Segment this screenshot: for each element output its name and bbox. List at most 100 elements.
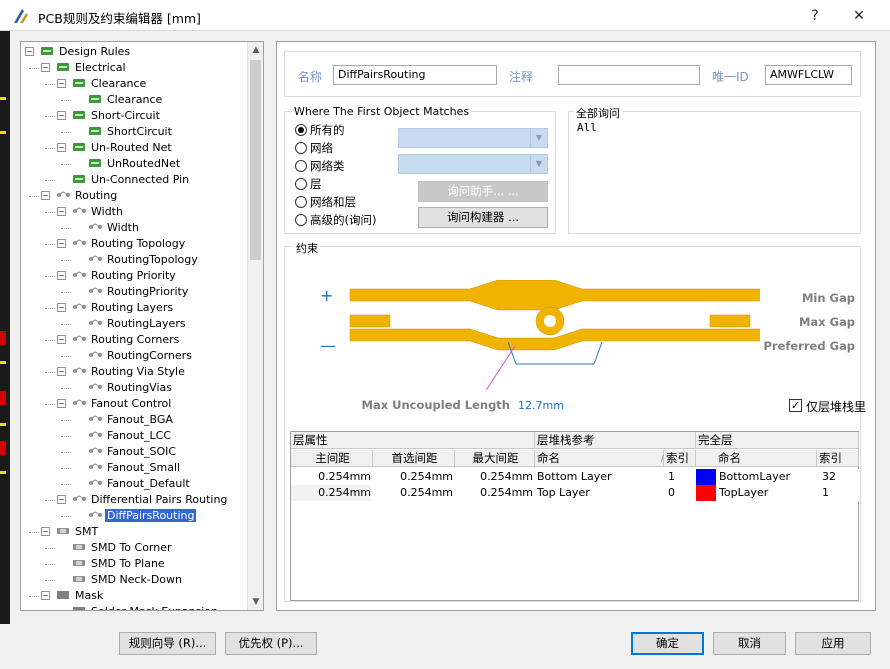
sort-icon[interactable]: / (661, 454, 664, 463)
radio-circle[interactable] (295, 160, 307, 172)
tree-item[interactable]: Routing Priority (72, 268, 178, 284)
net-class-combo[interactable]: ▼ (398, 154, 548, 174)
tree-item[interactable]: RoutingTopology (88, 252, 200, 268)
collapse-toggle-icon[interactable]: − (25, 47, 34, 56)
tree-item[interactable]: Fanout_SOIC (88, 444, 178, 460)
radio-net-class[interactable]: 网络类 (295, 158, 345, 174)
collapse-toggle-icon[interactable]: − (57, 367, 66, 376)
collapse-toggle-icon[interactable]: − (41, 63, 50, 72)
tree-item[interactable]: Un-Routed Net (72, 140, 174, 156)
radio-circle[interactable] (295, 214, 307, 226)
radio-layer[interactable]: 层 (295, 176, 322, 192)
tree-item[interactable]: ShortCircuit (88, 124, 174, 140)
tree-item[interactable]: Clearance (72, 76, 148, 92)
cell-preferred-gap[interactable]: 0.254mm (373, 485, 453, 501)
apply-button[interactable]: 应用 (795, 632, 871, 655)
cell-max-gap[interactable]: 0.254mm (455, 485, 533, 501)
cell-min-gap[interactable]: 0.254mm (291, 469, 371, 485)
col-header-stack-name[interactable]: 命名 (535, 450, 664, 467)
query-builder-button[interactable]: 询问构建器 ... (418, 207, 548, 228)
tree-item[interactable]: Design Rules (40, 44, 132, 60)
tree-item[interactable]: Differential Pairs Routing (72, 492, 229, 508)
tree-item[interactable]: Routing (56, 188, 119, 204)
cell-min-gap[interactable]: 0.254mm (291, 485, 371, 501)
cell-preferred-gap[interactable]: 0.254mm (373, 469, 453, 485)
radio-circle[interactable] (295, 178, 307, 190)
collapse-toggle-icon[interactable]: − (57, 79, 66, 88)
col-header-preferred-gap[interactable]: 首选间距 (373, 450, 455, 467)
tree-item[interactable]: UnRoutedNet (88, 156, 182, 172)
tree-item[interactable]: Width (72, 204, 125, 220)
collapse-toggle-icon[interactable]: − (41, 591, 50, 600)
uid-input[interactable]: AMWFLCLW (765, 65, 852, 85)
comment-input[interactable] (558, 65, 700, 85)
collapse-toggle-icon[interactable]: − (41, 527, 50, 536)
close-button[interactable]: ✕ (844, 4, 874, 28)
tree-item[interactable]: Mask (56, 588, 105, 604)
tree-item[interactable]: Fanout Control (72, 396, 173, 412)
tree-item[interactable]: Routing Corners (72, 332, 181, 348)
col-header-layer-index[interactable]: 索引 (817, 450, 859, 467)
tree-scrollbar[interactable]: ▲ ▼ (247, 42, 263, 610)
radio-circle[interactable] (295, 196, 307, 208)
tree-item[interactable]: Routing Layers (72, 300, 175, 316)
tree-item[interactable]: Fanout_BGA (88, 412, 175, 428)
collapse-toggle-icon[interactable]: − (57, 399, 66, 408)
ok-button[interactable]: 确定 (631, 632, 704, 655)
rule-name-input[interactable]: DiffPairsRouting (333, 65, 497, 85)
radio-advanced-query[interactable]: 高级的(询问) (295, 212, 376, 228)
collapse-toggle-icon[interactable]: − (57, 207, 66, 216)
full-query-text[interactable]: All (577, 121, 597, 134)
table-row[interactable]: 0.254mm 0.254mm 0.254mm Top Layer 0 TopL… (291, 485, 859, 501)
table-row[interactable]: 0.254mm 0.254mm 0.254mm Bottom Layer 1 B… (291, 469, 859, 485)
collapse-toggle-icon[interactable]: − (57, 239, 66, 248)
tree-item[interactable]: Fanout_Small (88, 460, 182, 476)
col-header-max-gap[interactable]: 最大间距 (455, 450, 535, 467)
query-helper-button[interactable]: 询问助手... ... (418, 181, 548, 202)
col-header-min-gap[interactable]: 主间距 (291, 450, 373, 467)
radio-all[interactable]: 所有的 (295, 122, 345, 138)
cell-max-gap[interactable]: 0.254mm (455, 469, 533, 485)
tree-item[interactable]: SMD Neck-Down (72, 572, 184, 588)
tree-item[interactable]: Solder Mask Expansion (72, 604, 220, 610)
radio-circle[interactable] (295, 142, 307, 154)
collapse-toggle-icon[interactable]: − (57, 111, 66, 120)
tree-item[interactable]: Clearance (88, 92, 164, 108)
tree-item[interactable]: Short-Circuit (72, 108, 162, 124)
radio-circle-checked[interactable] (295, 124, 307, 136)
collapse-toggle-icon[interactable]: − (57, 271, 66, 280)
max-uncoupled-length-value[interactable]: 12.7mm (518, 399, 564, 412)
tree-item[interactable]: RoutingLayers (88, 316, 188, 332)
collapse-toggle-icon[interactable]: − (57, 335, 66, 344)
collapse-toggle-icon[interactable]: − (57, 303, 66, 312)
rule-wizard-button[interactable]: 规则向导 (R)... (119, 632, 216, 655)
scroll-down-icon[interactable]: ▼ (248, 594, 263, 610)
col-header-layer-name[interactable]: 命名 (696, 450, 817, 467)
tree-item[interactable]: Width (88, 220, 141, 236)
tree-item[interactable]: Fanout_LCC (88, 428, 173, 444)
scroll-up-icon[interactable]: ▲ (248, 42, 263, 58)
collapse-toggle-icon[interactable]: − (57, 143, 66, 152)
tree-item[interactable]: Un-Connected Pin (72, 172, 191, 188)
tree-item[interactable]: Routing Topology (72, 236, 187, 252)
tree-item[interactable]: RoutingPriority (88, 284, 190, 300)
net-combo[interactable]: ▼ (398, 128, 548, 148)
radio-net-and-layer[interactable]: 网络和层 (295, 194, 356, 210)
tree-item[interactable]: RoutingVias (88, 380, 174, 396)
scroll-thumb[interactable] (250, 60, 261, 260)
radio-net[interactable]: 网络 (295, 140, 333, 156)
tree-item[interactable]: Routing Via Style (72, 364, 187, 380)
tree-item[interactable]: RoutingCorners (88, 348, 194, 364)
tree-item[interactable]: DiffPairsRouting (88, 508, 197, 524)
collapse-toggle-icon[interactable]: − (57, 495, 66, 504)
rules-tree[interactable]: Design Rules − Electrical − Clearance − Cleara… (20, 41, 264, 611)
tree-item[interactable]: SMT (56, 524, 100, 540)
layer-grid[interactable]: 层属性 层堆栈参考 完全层 主间距 首选间距 最大间距 命名 索引 命名 索引 … (290, 431, 859, 601)
priorities-button[interactable]: 优先权 (P)... (225, 632, 317, 655)
collapse-toggle-icon[interactable]: − (41, 191, 50, 200)
tree-item[interactable]: Fanout_Default (88, 476, 192, 492)
col-header-stack-index[interactable]: 索引 (664, 450, 696, 467)
layer-stack-only-checkbox[interactable]: ✓ (789, 399, 802, 412)
chevron-down-icon[interactable]: ▼ (530, 155, 547, 173)
tree-item[interactable]: SMD To Corner (72, 540, 174, 556)
